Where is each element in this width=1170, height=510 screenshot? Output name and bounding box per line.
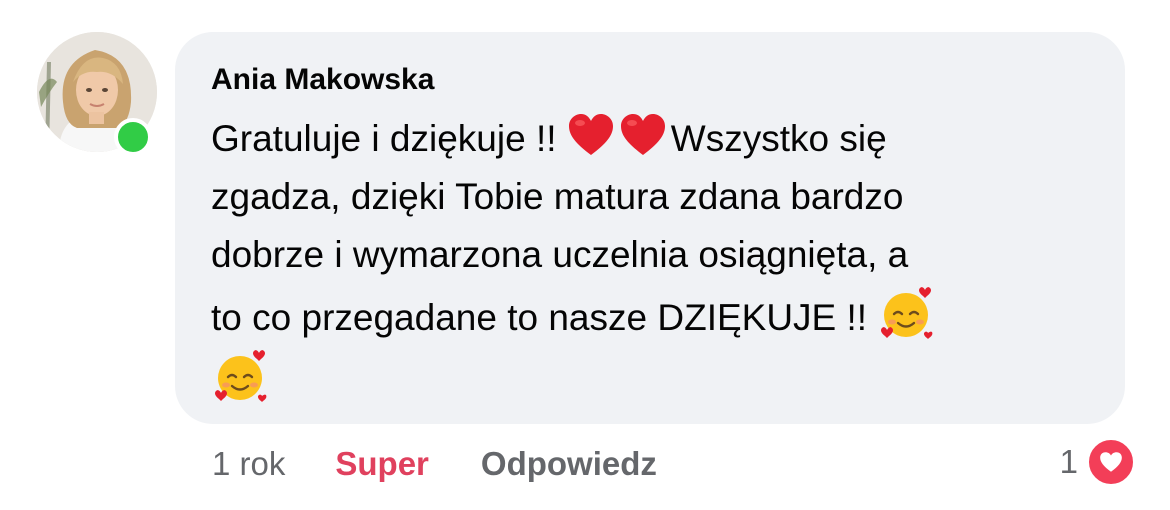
reaction-count: 1 xyxy=(1059,443,1078,480)
reaction-button[interactable]: Super xyxy=(335,445,429,483)
red-heart-emoji-icon xyxy=(567,113,615,157)
smiling-face-with-hearts-emoji-icon xyxy=(211,347,269,405)
reply-button[interactable]: Odpowiedz xyxy=(481,445,657,483)
comment-timestamp[interactable]: 1 rok xyxy=(212,445,285,483)
online-status-dot xyxy=(114,118,152,156)
comment-text-line1-end: Wszystko się xyxy=(670,118,887,159)
heart-reaction-icon xyxy=(1086,437,1136,487)
comment-text-line1-start: Gratuluje i dziękuje !! xyxy=(211,118,567,159)
comment-author[interactable]: Ania Makowska xyxy=(211,62,1089,98)
comment-text: Gratuluje i dziękuje !! Wszystko się zga… xyxy=(211,110,1089,410)
comment-text-line4: to co przegadane to nasze DZIĘKUJE !! xyxy=(211,297,878,338)
comment-actions: 1 rok Super Odpowiedz xyxy=(212,440,657,488)
smiling-face-with-hearts-emoji-icon xyxy=(877,284,935,342)
reaction-summary[interactable]: 1 xyxy=(1060,436,1136,488)
comment-bubble: Ania Makowska Gratuluje i dziękuje !! Ws… xyxy=(175,32,1125,424)
red-heart-emoji-icon xyxy=(619,113,667,157)
comment-text-line2: zgadza, dzięki Tobie matura zdana bardzo xyxy=(211,176,904,217)
comment-text-line3: dobrze i wymarzona uczelnia osiągnięta, … xyxy=(211,234,909,275)
